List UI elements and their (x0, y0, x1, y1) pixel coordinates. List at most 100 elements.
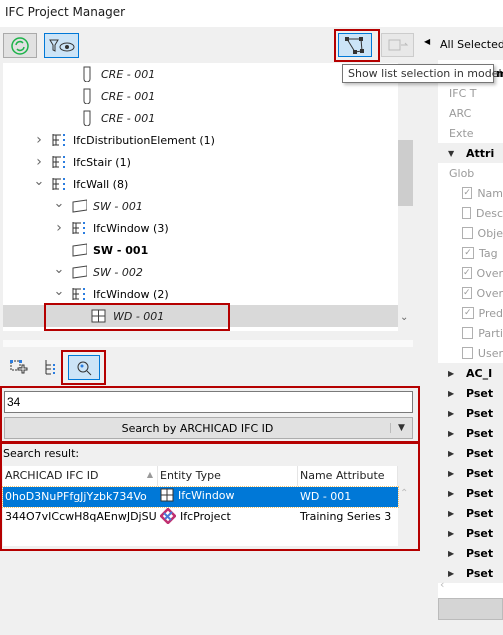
checkbox[interactable]: ✓ (462, 307, 474, 319)
filter-eye-icon (48, 39, 74, 52)
tooltip: Show list selection in model (342, 64, 502, 83)
search-mode-button[interactable] (68, 355, 100, 380)
tree-item[interactable]: › IfcDistributionElement (1) (3, 129, 398, 151)
caret-right-icon[interactable]: ▶ (438, 529, 466, 538)
chevron-down-icon[interactable]: ⌄ (33, 174, 45, 189)
chevron-down-icon[interactable]: ⌄ (53, 284, 65, 299)
property-row[interactable]: ▶ Pset (438, 463, 503, 483)
scroll-left-icon[interactable]: ‹ (440, 578, 444, 591)
checkbox[interactable]: ✓ (462, 287, 472, 299)
caret-right-icon[interactable]: ▶ (438, 509, 466, 518)
tree-item[interactable]: CRE - 001 (3, 85, 398, 107)
checkbox[interactable]: ✓ (462, 247, 474, 259)
chevron-right-icon[interactable]: › (53, 220, 65, 236)
property-row[interactable]: ▶ Pset (438, 563, 503, 583)
caret-right-icon[interactable]: ▶ (438, 549, 466, 558)
property-row[interactable]: ▶ Pset (438, 423, 503, 443)
property-row[interactable]: ✓ Over (438, 283, 503, 303)
refresh-button[interactable] (3, 33, 37, 58)
property-label: Nam (477, 186, 503, 200)
table-row[interactable]: 344O7vICcwH8qAEnwJDjSU IfcProject Training… (3, 507, 398, 527)
column-header-id[interactable]: ARCHICAD IFC ID ▲ (3, 466, 158, 486)
caret-right-icon[interactable]: ▶ (438, 569, 466, 578)
caret-right-icon[interactable]: ▶ (438, 469, 466, 478)
chevron-right-icon[interactable]: › (33, 132, 45, 148)
property-row[interactable]: Exte (438, 123, 503, 143)
tree-item[interactable]: › IfcStair (1) (3, 151, 398, 173)
property-row[interactable]: ✓ Over (438, 263, 503, 283)
type-group-icon (51, 133, 67, 147)
select-in-model-button[interactable] (381, 33, 414, 57)
caret-right-icon[interactable]: ▶ (438, 409, 466, 418)
property-label: User (477, 346, 503, 360)
caret-right-icon[interactable]: ▶ (438, 429, 466, 438)
tree-item[interactable]: › IfcWindow (3) (3, 217, 398, 239)
table-row[interactable]: 0hoD3NuPFfgJjYzbk734Vo IfcWindow WD - 001 (2, 486, 399, 508)
type-group-icon (71, 221, 87, 235)
collapse-panel-icon[interactable]: ◀ (424, 37, 430, 46)
panel-button[interactable] (438, 598, 503, 620)
tree-item[interactable]: CRE - 001 (3, 107, 398, 129)
filter-visibility-button[interactable] (44, 33, 79, 58)
caret-down-icon[interactable]: ▼ (438, 149, 466, 158)
checkbox[interactable] (462, 327, 474, 339)
checkbox[interactable]: ✓ (462, 187, 473, 199)
property-row[interactable]: ✓ Pred (438, 303, 503, 323)
add-element-button[interactable] (8, 358, 28, 381)
results-table[interactable]: ARCHICAD IFC ID ▲ Entity Type Name Attrib… (2, 466, 399, 546)
property-label: Exte (449, 126, 474, 140)
chevron-right-icon[interactable]: › (33, 154, 45, 170)
property-row[interactable]: Desc (438, 203, 503, 223)
column-header-name[interactable]: Name Attribute (298, 466, 398, 486)
caret-right-icon[interactable]: ▶ (438, 449, 466, 458)
scroll-up-icon[interactable]: ⌃ (400, 488, 408, 499)
caret-right-icon[interactable]: ▶ (438, 369, 466, 378)
chevron-down-icon[interactable]: ⌄ (53, 262, 65, 277)
property-row[interactable]: ▼ Attri (438, 143, 503, 163)
property-row[interactable]: User (438, 343, 503, 363)
property-label: Desc (475, 206, 503, 220)
chevron-down-icon[interactable]: ⌄ (53, 196, 65, 211)
tree-item[interactable]: ⌄ SW - 001 (3, 195, 398, 217)
caret-right-icon[interactable]: ▶ (438, 489, 466, 498)
group-label: Pset (466, 386, 494, 400)
property-row[interactable]: Glob (438, 163, 503, 183)
wall-icon (71, 199, 87, 213)
search-input[interactable] (4, 391, 413, 413)
ifc-tree[interactable]: CRE - 001 CRE - 001 CRE - 001 › IfcDistribut… (3, 63, 413, 331)
checkbox[interactable] (462, 347, 473, 359)
tree-view-button[interactable] (42, 358, 60, 381)
property-row[interactable]: IFC T (438, 83, 503, 103)
tree-scrollbar-thumb[interactable] (398, 140, 413, 206)
property-row[interactable]: ARC (438, 103, 503, 123)
tree-item[interactable]: ⌄ SW - 002 (3, 261, 398, 283)
tree-item[interactable]: ⌄ IfcWindow (2) (3, 283, 398, 305)
properties-panel[interactable]: mIFC TARCExte▼AttriGlob✓NamDescObje✓Tag✓… (438, 60, 503, 620)
property-row[interactable]: ▶ Pset (438, 503, 503, 523)
show-list-selection-button[interactable] (338, 33, 372, 57)
column-header-entity-type[interactable]: Entity Type (158, 466, 298, 486)
property-row[interactable]: ▶ Pset (438, 523, 503, 543)
tree-item[interactable]: CRE - 001 (3, 63, 398, 85)
search-by-button[interactable]: Search by ARCHICAD IFC ID ▼ (4, 417, 413, 439)
property-row[interactable]: ▶ Pset (438, 443, 503, 463)
tree-item[interactable]: SW - 001 (3, 239, 398, 261)
dropdown-arrow-icon[interactable]: ▼ (390, 423, 412, 433)
property-row[interactable]: ▶ AC_I (438, 363, 503, 383)
property-row[interactable]: ▶ Pset (438, 383, 503, 403)
checkbox[interactable] (462, 227, 473, 239)
property-label: ARC (449, 106, 472, 120)
tree-item[interactable]: ⌄ IfcWall (8) (3, 173, 398, 195)
splitter[interactable] (3, 340, 413, 347)
scroll-down-icon[interactable]: ⌄ (400, 312, 408, 323)
property-row[interactable]: Parti (438, 323, 503, 343)
checkbox[interactable] (462, 207, 471, 219)
property-row[interactable]: ▶ Pset (438, 403, 503, 423)
property-row[interactable]: ✓ Tag (438, 243, 503, 263)
caret-right-icon[interactable]: ▶ (438, 389, 466, 398)
property-row[interactable]: ✓ Nam (438, 183, 503, 203)
checkbox[interactable]: ✓ (462, 267, 472, 279)
property-row[interactable]: ▶ Pset (438, 543, 503, 563)
property-row[interactable]: Obje (438, 223, 503, 243)
property-row[interactable]: ▶ Pset (438, 483, 503, 503)
